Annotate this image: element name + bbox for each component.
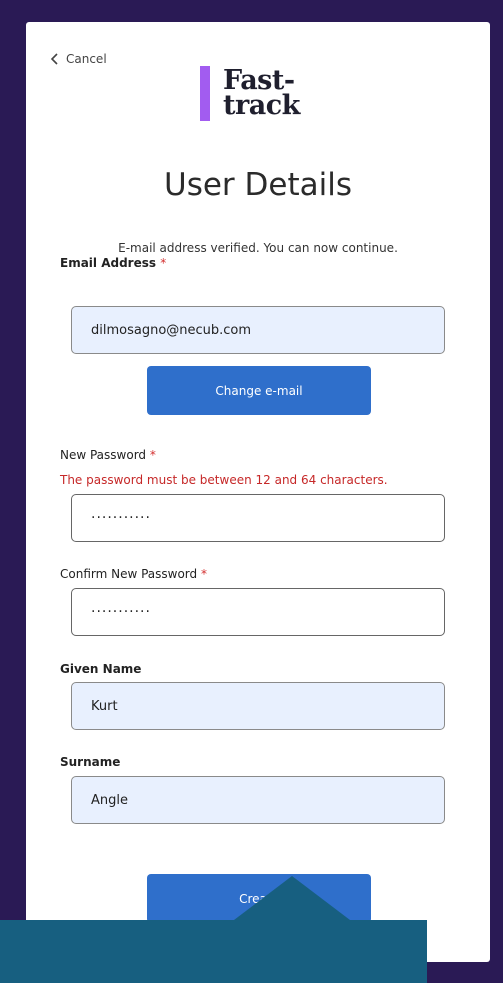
cancel-link[interactable]: Cancel	[50, 52, 107, 66]
required-marker: *	[200, 567, 207, 581]
given-name-value: Kurt	[91, 698, 118, 714]
new-password-value: ···········	[91, 510, 151, 526]
verified-message: E-mail address verified. You can now con…	[118, 241, 398, 255]
given-name-field[interactable]: Kurt	[71, 682, 445, 730]
email-field[interactable]: dilmosagno@necub.com	[71, 306, 445, 354]
required-marker: *	[160, 256, 167, 270]
surname-field[interactable]: Angle	[71, 776, 445, 824]
logo-line-2: track	[223, 90, 300, 121]
confirm-password-label-text: Confirm New Password	[60, 567, 198, 581]
email-label: Email Address *	[60, 256, 166, 270]
confirm-password-field[interactable]: ···········	[71, 588, 445, 636]
given-name-label: Given Name	[60, 662, 142, 676]
confirm-password-label: Confirm New Password *	[60, 567, 207, 581]
new-password-label: New Password *	[60, 448, 156, 462]
surname-label: Surname	[60, 755, 121, 769]
change-email-button[interactable]: Change e-mail	[147, 366, 371, 415]
tooltip-arrow	[234, 876, 350, 920]
password-error-message: The password must be between 12 and 64 c…	[60, 473, 388, 487]
new-password-field[interactable]: ···········	[71, 494, 445, 542]
required-marker: *	[149, 448, 156, 462]
surname-value: Angle	[91, 792, 128, 808]
email-value: dilmosagno@necub.com	[91, 322, 252, 338]
fast-track-logo: Fast- track	[200, 65, 300, 121]
chevron-left-icon	[50, 53, 58, 65]
new-password-label-text: New Password	[60, 448, 147, 462]
logo-bar	[200, 65, 210, 121]
email-label-text: Email Address	[60, 256, 157, 270]
page-title: User Details	[164, 167, 352, 203]
confirm-password-value: ···········	[91, 604, 151, 620]
tooltip-box	[0, 920, 427, 983]
cancel-label: Cancel	[66, 52, 107, 66]
logo-wordmark: Fast- track	[223, 67, 300, 121]
sign-up-card: Cancel Fast- track User Details E-mail a…	[26, 22, 490, 962]
